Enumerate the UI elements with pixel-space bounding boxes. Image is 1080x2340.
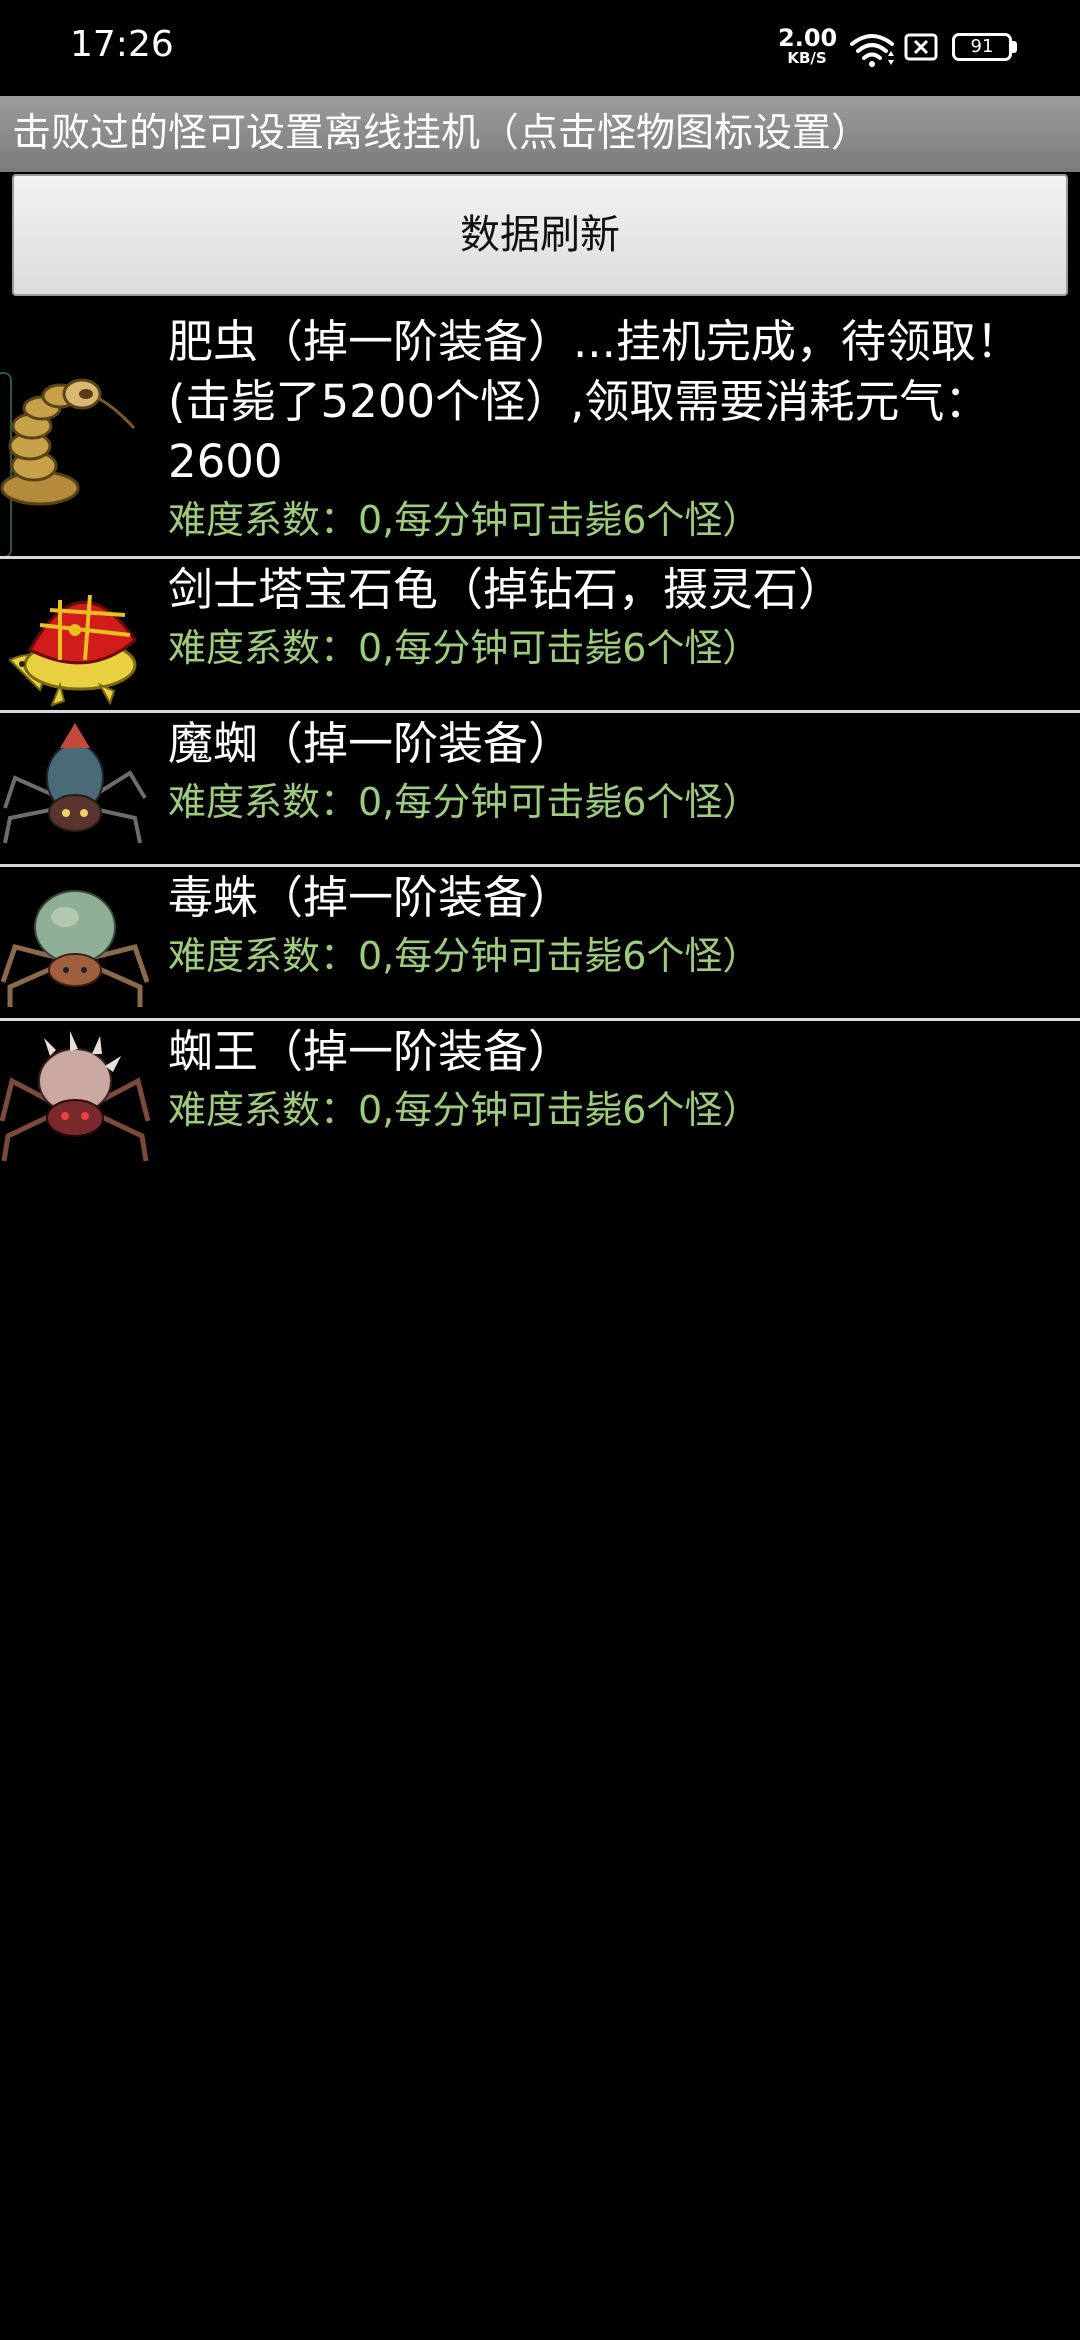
battery-tip	[1012, 41, 1017, 53]
monster-difficulty: 难度系数：0,每分钟可击毙6个怪）	[168, 780, 761, 824]
monster-difficulty: 难度系数：0,每分钟可击毙6个怪）	[168, 1088, 761, 1132]
wifi-icon	[850, 34, 894, 67]
monster-name: 毒蛛（掉一阶装备）	[168, 871, 574, 924]
demon-spider-icon[interactable]	[0, 718, 150, 858]
network-speed: 2.00 KB/S	[778, 24, 838, 67]
list-item[interactable]: 魔蜘（掉一阶装备） 难度系数：0,每分钟可击毙6个怪）	[168, 714, 1068, 830]
worm-icon[interactable]	[0, 368, 150, 508]
list-divider	[0, 864, 1080, 867]
list-divider	[0, 556, 1080, 559]
no-sim-icon	[904, 33, 938, 61]
monster-difficulty: 难度系数：0,每分钟可击毙6个怪）	[168, 498, 761, 542]
status-bar: 17:26 2.00 KB/S 91	[0, 0, 1080, 96]
network-speed-value: 2.00	[778, 24, 838, 52]
monster-name: 魔蜘（掉一阶装备）	[168, 717, 574, 770]
list-item[interactable]: 剑士塔宝石龟（掉钻石，摄灵石） 难度系数：0,每分钟可击毙6个怪）	[168, 560, 1068, 676]
list-item[interactable]: 毒蛛（掉一阶装备） 难度系数：0,每分钟可击毙6个怪）	[168, 868, 1068, 984]
page-title-banner: 击败过的怪可设置离线挂机（点击怪物图标设置）	[0, 96, 1080, 172]
monster-name: 肥虫（掉一阶装备）...挂机完成，待领取！(击毙了5200个怪）,领取需要消耗元…	[168, 315, 1021, 488]
list-item[interactable]: 蜘王（掉一阶装备） 难度系数：0,每分钟可击毙6个怪）	[168, 1022, 1068, 1138]
status-time: 17:26	[70, 24, 174, 65]
refresh-data-button[interactable]: 数据刷新	[12, 174, 1068, 296]
list-item[interactable]: 肥虫（掉一阶装备）...挂机完成，待领取！(击毙了5200个怪）,领取需要消耗元…	[168, 312, 1068, 548]
monster-name: 蜘王（掉一阶装备）	[168, 1025, 574, 1078]
list-divider	[0, 710, 1080, 713]
monster-difficulty: 难度系数：0,每分钟可击毙6个怪）	[168, 626, 761, 670]
monster-difficulty: 难度系数：0,每分钟可击毙6个怪）	[168, 934, 761, 978]
turtle-icon[interactable]	[0, 570, 150, 710]
battery-level: 91	[970, 36, 994, 57]
spider-king-icon[interactable]	[0, 1026, 151, 1166]
monster-name: 剑士塔宝石龟（掉钻石，摄灵石）	[168, 563, 844, 616]
list-divider	[0, 1018, 1080, 1021]
poison-spider-icon[interactable]	[0, 872, 150, 1012]
network-speed-unit: KB/S	[787, 49, 827, 67]
